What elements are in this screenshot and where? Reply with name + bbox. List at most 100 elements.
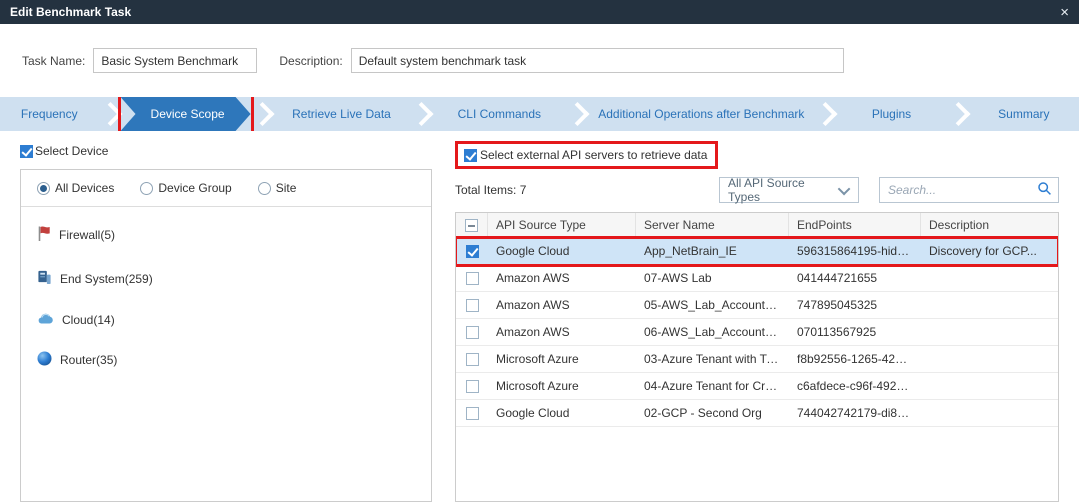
row-checkbox[interactable] [466, 326, 479, 339]
tab-separator-chevron-icon [251, 97, 273, 131]
edit-benchmark-task-dialog: Edit Benchmark Task × Task Name: Descrip… [0, 0, 1079, 502]
device-type-list: Firewall(5) End System(259) Cloud(14) [21, 207, 431, 387]
task-name-label: Task Name: [22, 54, 85, 68]
end-system-icon [37, 269, 52, 288]
cell-api-source-type: Amazon AWS [488, 298, 636, 312]
select-api-servers-annotation: Select external API servers to retrieve … [455, 141, 718, 169]
wizard-tab-strip: Frequency Device Scope Retrieve Live Dat… [0, 97, 1079, 131]
tab-device-scope-annotation: Device Scope [121, 97, 251, 131]
chevron-down-icon [838, 182, 851, 195]
radio-site-icon [258, 182, 271, 195]
table-row[interactable]: Amazon AWS 06-AWS_Lab_Account_07... 0701… [456, 319, 1058, 346]
row-checkbox[interactable] [466, 353, 479, 366]
tab-separator-chevron-icon [814, 97, 836, 131]
search-input[interactable] [888, 183, 1037, 197]
task-name-input[interactable] [93, 48, 257, 73]
tab-retrieve-live-data[interactable]: Retrieve Live Data [273, 97, 411, 131]
radio-site-label: Site [276, 181, 297, 195]
radio-device-group-icon [140, 182, 153, 195]
cell-server-name: App_NetBrain_IE [636, 244, 789, 258]
table-row[interactable]: Microsoft Azure 03-Azure Tenant with Tw.… [456, 346, 1058, 373]
api-source-type-dropdown[interactable]: All API Source Types [719, 177, 859, 203]
cell-api-source-type: Google Cloud [488, 406, 636, 420]
api-server-panel: Select external API servers to retrieve … [455, 141, 1059, 502]
column-header-endpoints[interactable]: EndPoints [789, 213, 921, 237]
table-header-row: API Source Type Server Name EndPoints De… [456, 213, 1058, 238]
api-source-type-dropdown-value: All API Source Types [728, 176, 835, 204]
cell-api-source-type: Amazon AWS [488, 271, 636, 285]
tab-plugins[interactable]: Plugins [836, 97, 946, 131]
device-box: All Devices Device Group Site [20, 169, 432, 502]
cell-description: Discovery for GCP... [921, 244, 1058, 258]
tab-separator-chevron-icon [947, 97, 969, 131]
cell-endpoints: 596315864195-hid7fehc... [789, 244, 921, 258]
device-selection-panel: Select Device All Devices Device Group S… [20, 141, 432, 502]
cell-endpoints: c6afdece-c96f-4924-82b... [789, 379, 921, 393]
titlebar: Edit Benchmark Task × [0, 0, 1079, 24]
row-checkbox[interactable] [466, 407, 479, 420]
close-icon[interactable]: × [1060, 5, 1069, 20]
radio-device-group[interactable]: Device Group [140, 181, 231, 195]
table-row[interactable]: Amazon AWS 07-AWS Lab 041444721655 [456, 265, 1058, 292]
device-type-router-label: Router(35) [60, 353, 117, 367]
radio-device-group-label: Device Group [158, 181, 231, 195]
tab-cli-commands[interactable]: CLI Commands [432, 97, 566, 131]
cell-server-name: 03-Azure Tenant with Tw... [636, 352, 789, 366]
table-row[interactable]: Microsoft Azure 04-Azure Tenant for Cro.… [456, 373, 1058, 400]
cell-endpoints: f8b92556-1265-426e-be... [789, 352, 921, 366]
row-checkbox[interactable] [466, 272, 479, 285]
column-header-description[interactable]: Description [921, 213, 1058, 237]
row-checkbox[interactable] [466, 380, 479, 393]
column-header-server-name[interactable]: Server Name [636, 213, 789, 237]
device-scope-content: Select Device All Devices Device Group S… [0, 131, 1079, 502]
cell-server-name: 04-Azure Tenant for Cro... [636, 379, 789, 393]
table-row[interactable]: Amazon AWS 05-AWS_Lab_Account_74... 7478… [456, 292, 1058, 319]
device-type-firewall[interactable]: Firewall(5) [37, 225, 415, 245]
cell-api-source-type: Microsoft Azure [488, 352, 636, 366]
select-device-checkbox[interactable] [20, 145, 33, 158]
cloud-icon [37, 312, 54, 327]
cell-endpoints: 744042742179-di8563hg... [789, 406, 921, 420]
select-api-servers-checkbox[interactable] [464, 149, 477, 162]
select-all-checkbox[interactable] [465, 219, 478, 232]
tab-summary[interactable]: Summary [969, 97, 1079, 131]
select-api-servers-label: Select external API servers to retrieve … [480, 148, 707, 162]
device-type-end-system-label: End System(259) [60, 272, 153, 286]
router-icon [37, 351, 52, 369]
tab-separator-chevron-icon [99, 97, 121, 131]
row-checkbox[interactable] [466, 245, 479, 258]
search-icon [1037, 181, 1052, 199]
row-checkbox[interactable] [466, 299, 479, 312]
device-type-router[interactable]: Router(35) [37, 351, 415, 369]
radio-all-devices[interactable]: All Devices [37, 181, 114, 195]
radio-all-devices-label: All Devices [55, 181, 114, 195]
select-device-label: Select Device [35, 144, 108, 158]
task-form-row: Task Name: Description: [0, 24, 1079, 97]
device-type-cloud-label: Cloud(14) [62, 313, 115, 327]
cell-api-source-type: Amazon AWS [488, 325, 636, 339]
cell-server-name: 06-AWS_Lab_Account_07... [636, 325, 789, 339]
radio-site[interactable]: Site [258, 181, 297, 195]
description-input[interactable] [351, 48, 844, 73]
device-type-cloud[interactable]: Cloud(14) [37, 312, 415, 327]
cell-endpoints: 041444721655 [789, 271, 921, 285]
table-row[interactable]: Google Cloud 02-GCP - Second Org 7440427… [456, 400, 1058, 427]
tab-device-scope[interactable]: Device Scope [121, 97, 251, 131]
search-box [879, 177, 1059, 203]
device-type-end-system[interactable]: End System(259) [37, 269, 415, 288]
api-server-table: API Source Type Server Name EndPoints De… [455, 212, 1059, 502]
device-type-firewall-label: Firewall(5) [59, 228, 115, 242]
cell-api-source-type: Google Cloud [488, 244, 636, 258]
cell-api-source-type: Microsoft Azure [488, 379, 636, 393]
cell-endpoints: 070113567925 [789, 325, 921, 339]
cell-server-name: 07-AWS Lab [636, 271, 789, 285]
tab-additional-operations[interactable]: Additional Operations after Benchmark [588, 97, 814, 131]
firewall-flag-icon [37, 225, 51, 245]
tab-separator-chevron-icon [410, 97, 432, 131]
column-header-api-source-type[interactable]: API Source Type [488, 213, 636, 237]
cell-endpoints: 747895045325 [789, 298, 921, 312]
tab-frequency[interactable]: Frequency [0, 97, 99, 131]
table-row[interactable]: Google Cloud App_NetBrain_IE 59631586419… [456, 238, 1058, 265]
description-label: Description: [279, 54, 342, 68]
device-filter-radios: All Devices Device Group Site [21, 170, 431, 207]
